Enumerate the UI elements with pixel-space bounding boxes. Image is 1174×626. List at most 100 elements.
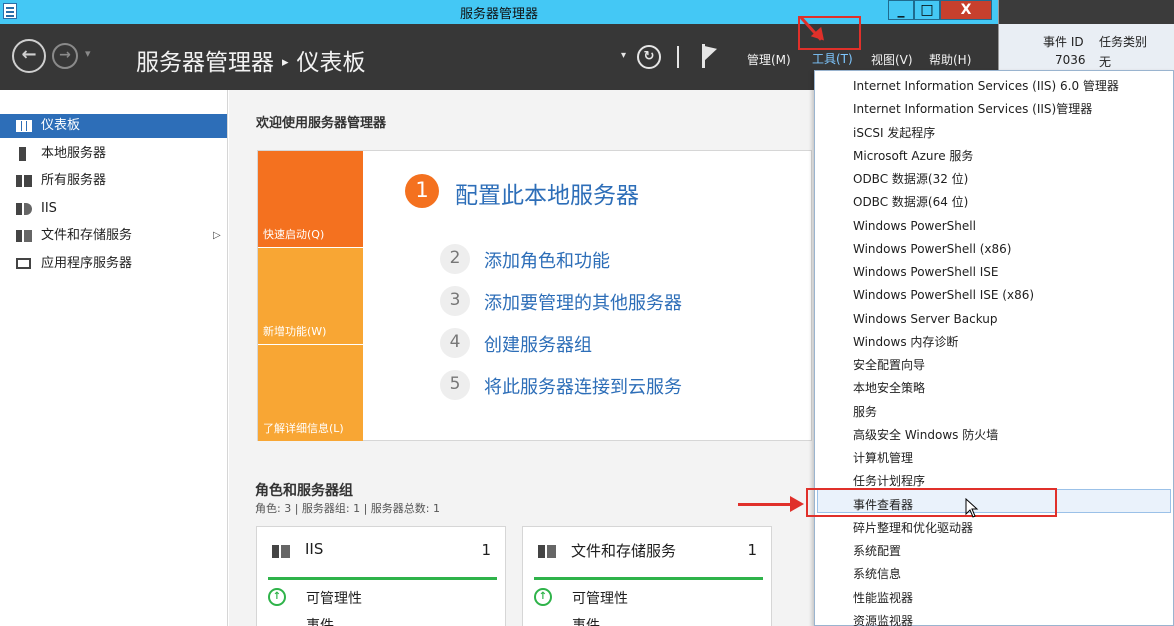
card-count: 1	[747, 541, 757, 559]
ok-up-arrow-icon: ↑	[268, 588, 286, 606]
step-number: 4	[440, 328, 470, 358]
close-button[interactable]: X	[940, 0, 992, 20]
column-task-category: 任务类别	[1099, 35, 1148, 49]
app-server-icon	[16, 258, 31, 269]
refresh-icon[interactable]: ↻	[637, 45, 661, 69]
tools-menu-item[interactable]: Internet Information Services (IIS) 6.0 …	[853, 75, 1119, 98]
iis-icon	[272, 545, 290, 558]
menu-tools[interactable]: 工具(T)	[812, 50, 853, 67]
sidebar-item-all-servers[interactable]: 所有服务器	[0, 169, 227, 193]
tile-learnmore[interactable]: 了解详细信息(L)	[258, 345, 363, 441]
tile-quickstart[interactable]: 快速启动(Q)	[258, 151, 363, 247]
sidebar-item-iis[interactable]: IIS	[0, 197, 227, 221]
card-manageability[interactable]: 可管理性	[306, 588, 362, 608]
header-divider	[677, 46, 679, 68]
card-manageability[interactable]: 可管理性	[572, 588, 628, 608]
menu-manage[interactable]: 管理(M)	[747, 51, 791, 68]
tools-menu-item[interactable]: Microsoft Azure 服务	[853, 145, 973, 168]
step-link[interactable]: 将此服务器连接到云服务	[484, 373, 682, 399]
background-event-window: 事件 ID 任务类别 7036 无	[998, 0, 1174, 70]
server-icon	[19, 147, 26, 161]
tools-menu-item[interactable]: ODBC 数据源(64 位)	[853, 191, 968, 214]
iis-icon	[16, 203, 32, 215]
sidebar-item-file-storage[interactable]: 文件和存储服务	[0, 224, 227, 248]
tools-menu-item[interactable]: iSCSI 发起程序	[853, 122, 935, 145]
tools-menu-item[interactable]: Internet Information Services (IIS)管理器	[853, 98, 1092, 121]
expand-chevron-icon[interactable]: ▷	[213, 230, 221, 241]
sidebar-item-label: 应用程序服务器	[41, 256, 133, 271]
role-card-iis[interactable]: IIS 1 ↑ 可管理性 事件	[256, 526, 506, 626]
tools-menu-item[interactable]: 服务	[853, 401, 877, 424]
tools-menu-item[interactable]: 系统配置	[853, 540, 901, 563]
minimize-button[interactable]: _	[888, 0, 914, 20]
tile-label: 新增功能(W)	[263, 325, 327, 338]
history-dropdown-icon[interactable]: ▾	[85, 47, 91, 60]
roles-title: 角色和服务器组	[255, 483, 353, 499]
step-number: 1	[405, 174, 439, 208]
step-number: 5	[440, 370, 470, 400]
sidebar-item-local-server[interactable]: 本地服务器	[0, 142, 227, 166]
forward-arrow-icon[interactable]: →	[52, 43, 78, 69]
tools-menu-annotation-box	[798, 16, 861, 50]
event-viewer-annotation-box	[806, 488, 1057, 517]
tools-menu-item[interactable]: 性能监视器	[853, 587, 913, 610]
card-events[interactable]: 事件	[306, 615, 334, 626]
tools-menu-item[interactable]: ODBC 数据源(32 位)	[853, 168, 968, 191]
menu-help[interactable]: 帮助(H)	[929, 51, 971, 68]
breadcrumb-page: 仪表板	[296, 50, 366, 76]
card-status-bar	[534, 577, 763, 580]
servers-icon	[16, 175, 32, 187]
refresh-dropdown-icon[interactable]: ▾	[621, 50, 626, 61]
sidebar-item-dashboard[interactable]: 仪表板	[0, 114, 227, 138]
notifications-flag-icon[interactable]	[702, 41, 720, 68]
dashboard-icon	[16, 120, 32, 132]
maximize-button[interactable]: □	[914, 0, 940, 20]
tools-dropdown-menu: Internet Information Services (IIS) 6.0 …	[814, 70, 1174, 626]
tools-menu-item[interactable]: Windows PowerShell ISE (x86)	[853, 284, 1034, 307]
tools-menu-item[interactable]: Windows PowerShell ISE	[853, 261, 999, 284]
step-link[interactable]: 添加要管理的其他服务器	[484, 289, 682, 315]
back-arrow-icon[interactable]: ←	[12, 39, 46, 73]
storage-icon	[16, 230, 32, 242]
breadcrumb: 服务器管理器 ▸ 仪表板	[136, 43, 366, 77]
step-configure-local-server-link[interactable]: 配置此本地服务器	[455, 176, 639, 210]
cell-event-id: 7036	[1055, 53, 1086, 67]
breadcrumb-app: 服务器管理器	[136, 50, 274, 76]
tools-menu-item[interactable]: 系统信息	[853, 563, 901, 586]
tools-menu-item[interactable]: 计算机管理	[853, 447, 913, 470]
tile-label: 了解详细信息(L)	[263, 422, 344, 435]
tools-menu-item[interactable]: Windows Server Backup	[853, 308, 998, 331]
card-events[interactable]: 事件	[572, 615, 600, 626]
step-link[interactable]: 添加角色和功能	[484, 247, 610, 273]
annotation-arrowhead-icon	[790, 496, 804, 512]
sidebar-item-label: 本地服务器	[41, 146, 107, 161]
step-number: 2	[440, 244, 470, 274]
role-card-file-storage[interactable]: 文件和存储服务 1 ↑ 可管理性 事件	[522, 526, 772, 626]
tile-whatsnew[interactable]: 新增功能(W)	[258, 248, 363, 344]
step-number: 3	[440, 286, 470, 316]
sidebar-item-label: 仪表板	[41, 118, 81, 133]
sidebar-item-app-server[interactable]: 应用程序服务器	[0, 252, 227, 276]
column-event-id: 事件 ID	[1043, 35, 1084, 49]
tools-menu-item[interactable]: 安全配置向导	[853, 354, 925, 377]
menu-view[interactable]: 视图(V)	[871, 51, 913, 68]
tools-menu-item[interactable]: 碎片整理和优化驱动器	[853, 517, 973, 540]
cell-task-category: 无	[1099, 55, 1112, 69]
storage-icon	[538, 545, 556, 558]
step-link[interactable]: 创建服务器组	[484, 331, 592, 357]
tools-menu-item[interactable]: Windows 内存诊断	[853, 331, 958, 354]
tools-menu-item[interactable]: 高级安全 Windows 防火墙	[853, 424, 998, 447]
sidebar-item-label: 文件和存储服务	[41, 228, 133, 243]
background-window-titlebar	[999, 0, 1174, 24]
tools-menu-item[interactable]: 资源监视器	[853, 610, 913, 626]
sidebar-item-label: IIS	[41, 201, 57, 216]
tools-menu-item[interactable]: Windows PowerShell (x86)	[853, 238, 1011, 261]
card-status-bar	[268, 577, 497, 580]
card-title: 文件和存储服务	[571, 542, 677, 560]
card-count: 1	[481, 541, 491, 559]
welcome-title: 欢迎使用服务器管理器	[256, 116, 387, 131]
card-title: IIS	[305, 540, 324, 558]
tools-menu-item[interactable]: Windows PowerShell	[853, 215, 976, 238]
quick-start-panel: 快速启动(Q) 新增功能(W) 了解详细信息(L) 1 配置此本地服务器 2 添…	[257, 150, 812, 441]
tools-menu-item[interactable]: 本地安全策略	[853, 377, 925, 400]
